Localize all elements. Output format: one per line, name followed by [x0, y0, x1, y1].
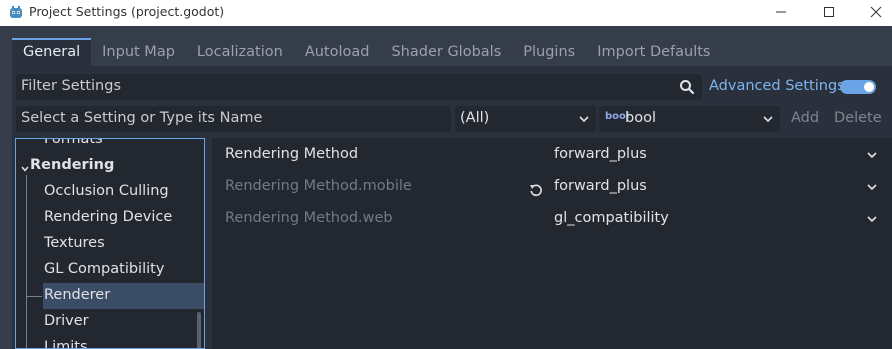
tree-scrollbar[interactable]	[197, 312, 201, 348]
advanced-settings-toggle[interactable]	[840, 80, 876, 94]
window-title: Project Settings (project.godot)	[29, 4, 225, 19]
revert-icon[interactable]	[529, 183, 543, 197]
rendering-method-mobile-value: forward_plus	[554, 178, 647, 194]
chevron-down-icon	[763, 116, 773, 123]
tab-general[interactable]: General	[12, 38, 92, 66]
close-icon	[870, 6, 882, 18]
tab-input-map[interactable]: Input Map	[91, 38, 186, 66]
tab-plugins[interactable]: Plugins	[512, 38, 586, 66]
tree-item-limits[interactable]: Limits	[44, 339, 88, 348]
expand-arrow-icon[interactable]	[20, 164, 30, 174]
chevron-down-icon	[579, 116, 589, 123]
godot-icon	[10, 6, 22, 18]
type-dropdown[interactable]: bool bool	[599, 106, 780, 132]
maximize-button[interactable]	[806, 0, 852, 26]
tab-localization[interactable]: Localization	[186, 38, 294, 66]
tree-item-textures[interactable]: Textures	[44, 235, 105, 251]
setting-label-rendering-method-web: Rendering Method.web	[225, 210, 393, 226]
filter-settings-input[interactable]: Filter Settings	[16, 74, 702, 100]
setting-name-placeholder: Select a Setting or Type its Name	[21, 110, 263, 126]
tree-item-occlusion-culling[interactable]: Occlusion Culling	[44, 183, 169, 199]
chevron-down-icon	[867, 184, 877, 191]
window-titlebar[interactable]: Project Settings (project.godot)	[0, 0, 892, 26]
tab-bar: General Input Map Localization Autoload …	[12, 38, 722, 66]
chevron-down-icon	[867, 216, 877, 223]
chevron-down-icon	[867, 152, 877, 159]
type-value: bool	[625, 110, 656, 126]
setting-name-input[interactable]: Select a Setting or Type its Name	[16, 106, 451, 132]
tree-item-rendering[interactable]: Rendering	[30, 157, 114, 173]
tree-item-rendering-device[interactable]: Rendering Device	[44, 209, 172, 225]
minimize-icon	[776, 11, 786, 13]
filter-placeholder: Filter Settings	[21, 78, 121, 94]
rendering-method-web-value: gl_compatibility	[554, 210, 669, 226]
minimize-button[interactable]	[758, 0, 804, 26]
rendering-method-mobile-dropdown[interactable]: forward_plus	[547, 174, 882, 200]
maximize-icon	[824, 7, 834, 17]
scope-value: (All)	[460, 110, 490, 126]
settings-inspector: Rendering Method forward_plus Rendering …	[212, 138, 892, 349]
general-panel: Filter Settings Advanced Settings Select…	[12, 66, 892, 349]
tree-guide-line	[26, 175, 27, 348]
setting-label-rendering-method: Rendering Method	[225, 146, 359, 162]
tab-shader-globals[interactable]: Shader Globals	[380, 38, 512, 66]
project-settings-window: General Input Map Localization Autoload …	[0, 26, 892, 349]
tab-import-defaults[interactable]: Import Defaults	[586, 38, 721, 66]
tree-item-gl-compatibility[interactable]: GL Compatibility	[44, 261, 164, 277]
tab-autoload[interactable]: Autoload	[294, 38, 381, 66]
tree-item-renderer[interactable]: Renderer	[44, 287, 110, 303]
scope-dropdown[interactable]: (All)	[455, 106, 596, 132]
rendering-method-value: forward_plus	[554, 146, 647, 162]
tree-item-driver[interactable]: Driver	[44, 313, 89, 329]
add-button[interactable]: Add	[791, 110, 819, 126]
tree-guide-branch	[26, 296, 42, 297]
search-icon	[680, 80, 695, 95]
delete-button[interactable]: Delete	[834, 110, 882, 126]
toggle-knob	[864, 82, 874, 92]
close-button[interactable]	[853, 0, 892, 26]
tree-item-formats[interactable]: Formats	[44, 139, 103, 147]
rendering-method-dropdown[interactable]: forward_plus	[547, 142, 882, 168]
rendering-method-web-dropdown[interactable]: gl_compatibility	[547, 206, 882, 232]
setting-label-rendering-method-mobile: Rendering Method.mobile	[225, 178, 412, 194]
settings-tree[interactable]: Formats Rendering Occlusion Culling Rend…	[15, 138, 205, 349]
advanced-settings-label[interactable]: Advanced Settings	[709, 78, 845, 94]
